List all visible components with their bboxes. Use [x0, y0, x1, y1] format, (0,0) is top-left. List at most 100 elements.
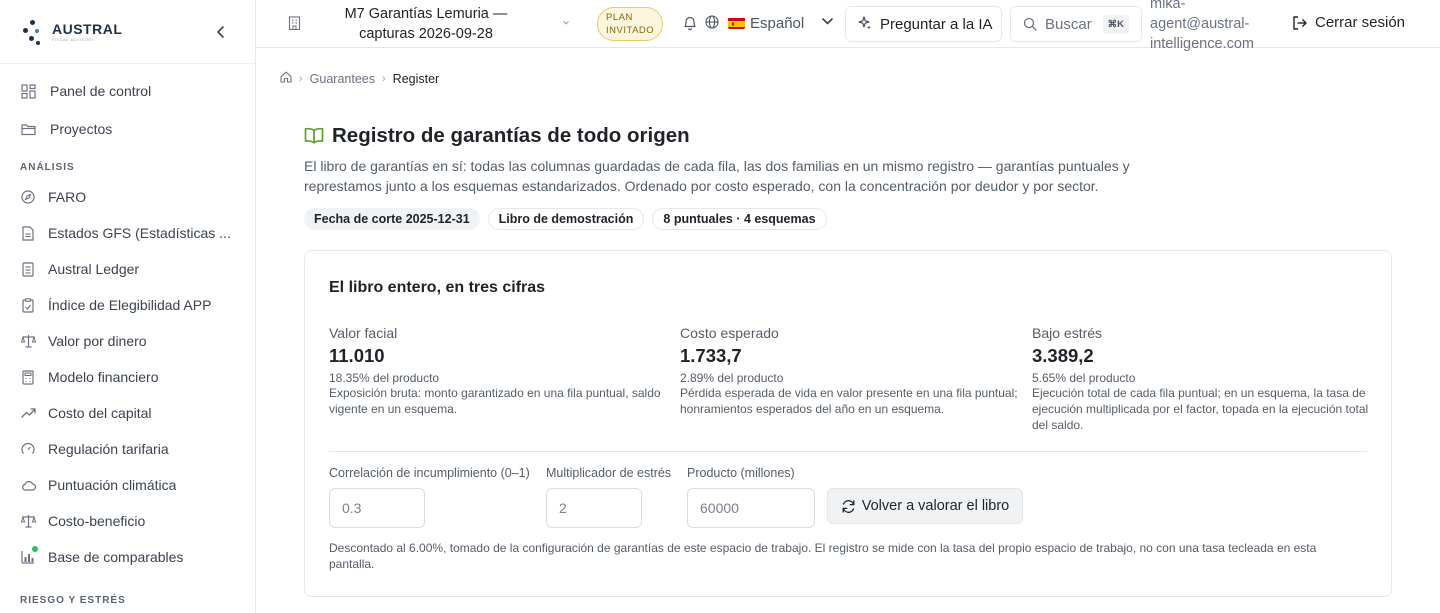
cutoff-date-chip: Fecha de corte 2025-12-31 [304, 208, 480, 230]
metric-face-value: Valor facial 11.010 18.35% del producto … [329, 325, 669, 417]
sidebar-item-label: Austral Ledger [48, 261, 140, 277]
metric-expected-cost: Costo esperado 1.733,7 2.89% del product… [680, 325, 1020, 417]
breadcrumb-separator: › [299, 72, 303, 85]
plan-badge-line2: INVITADO [606, 25, 655, 36]
user-email: mika-agent@austral-intelligence.com [1150, 0, 1254, 52]
sidebar-item-label: Base de comparables [48, 549, 184, 565]
sidebar-item-cost-benefit[interactable]: Costo-beneficio [0, 503, 255, 539]
sidebar-item-value-for-money[interactable]: Valor por dinero [0, 323, 255, 359]
plan-badge: PLAN INVITADO [597, 7, 664, 41]
shortcut-badge: ⌘K [1102, 15, 1129, 34]
card-title: El libro entero, en tres cifras [329, 279, 546, 296]
logo-row: AUSTRAL FISCAL ADVISORY [0, 0, 255, 64]
revalue-book-button[interactable]: Volver a valorar el libro [827, 488, 1023, 524]
sidebar-item-dashboard[interactable]: Panel de control [0, 72, 255, 110]
logout-label: Cerrar sesión [1315, 14, 1406, 31]
sidebar-item-financial-model[interactable]: Modelo financiero [0, 359, 255, 395]
sidebar-item-comparables[interactable]: Base de comparables [0, 539, 255, 575]
gauge-icon [20, 441, 36, 457]
sidebar-item-gfs[interactable]: Estados GFS (Estadísticas ... [0, 215, 255, 251]
correlation-field: Correlación de incumplimiento (0–1) [329, 464, 530, 528]
compass-icon [20, 189, 36, 205]
sidebar-item-projects[interactable]: Proyectos [0, 110, 255, 148]
sidebar-item-tariff-regulation[interactable]: Regulación tarifaria [0, 431, 255, 467]
status-dot [32, 546, 38, 552]
stress-multiplier-field: Multiplicador de estrés [546, 464, 671, 528]
austral-logo-icon [20, 16, 46, 48]
product-field: Producto (millones) [687, 464, 815, 528]
sidebar-item-label: Costo-beneficio [48, 513, 146, 529]
ask-ai-button[interactable]: Preguntar a la IA [845, 6, 1002, 42]
sidebar-item-faro[interactable]: FARO [0, 179, 255, 215]
sparkle-icon [858, 15, 872, 33]
metric-percent: 2.89% del producto [680, 371, 784, 385]
metric-label: Costo esperado [680, 325, 779, 341]
clipboard-icon [20, 297, 36, 313]
search-icon [1023, 17, 1037, 31]
sidebar-item-climate-score[interactable]: Puntuación climática [0, 467, 255, 503]
field-label: Correlación de incumplimiento (0–1) [329, 466, 530, 480]
metric-label: Bajo estrés [1032, 325, 1103, 341]
brand-name: AUSTRAL [52, 20, 123, 37]
collapse-sidebar-button[interactable] [213, 22, 229, 42]
home-icon[interactable] [280, 71, 292, 86]
chip-row: Fecha de corte 2025-12-31 Libro de demos… [304, 208, 1204, 230]
brand-subtitle: FISCAL ADVISORY [52, 36, 95, 42]
metric-description: Ejecución total de cada fila puntual; en… [1032, 386, 1369, 432]
metric-under-stress: Bajo estrés 3.389,2 5.65% del producto E… [1032, 325, 1372, 433]
field-label: Multiplicador de estrés [546, 466, 672, 480]
sidebar-item-app-index[interactable]: Índice de Elegibilidad APP [0, 287, 255, 323]
count-chip: 8 puntuales · 4 esquemas [652, 208, 827, 230]
chevron-left-icon [217, 26, 224, 38]
brand-logo[interactable]: AUSTRAL FISCAL ADVISORY [52, 22, 122, 42]
divider [329, 451, 1367, 452]
section-label-risk: RIESGO Y ESTRÉS [20, 595, 126, 606]
demo-book-chip: Libro de demostración [487, 208, 645, 230]
field-label: Producto (millones) [687, 466, 795, 480]
logout-icon [1293, 15, 1307, 30]
sidebar-item-ledger[interactable]: Austral Ledger [0, 251, 255, 287]
file-icon [20, 225, 36, 241]
sidebar-nav: Panel de control Proyectos ANÁLISIS FARO… [0, 64, 255, 612]
stress-multiplier-input[interactable] [546, 488, 642, 528]
section-label-analysis: ANÁLISIS [20, 162, 75, 173]
scale-icon [20, 513, 36, 529]
sidebar-item-label: Estados GFS (Estadísticas ... [48, 225, 231, 241]
folder-icon [20, 121, 36, 137]
chevron-updown-icon[interactable] [562, 14, 570, 28]
breadcrumb-guarantees[interactable]: Guarantees [310, 72, 375, 86]
trend-icon [20, 405, 36, 421]
product-input[interactable] [687, 488, 815, 528]
topbar: M7 Garantías Lemuria — capturas 2026-09-… [256, 0, 1440, 52]
spain-flag-icon [728, 17, 745, 29]
building-icon [288, 16, 302, 31]
sidebar-item-cost-of-capital[interactable]: Costo del capital [0, 395, 255, 431]
logout-button[interactable]: Cerrar sesión [1292, 14, 1405, 31]
discount-footnote: Descontado al 6.00%, tomado de la config… [329, 541, 1317, 571]
workspace-selector[interactable]: M7 Garantías Lemuria — capturas 2026-09-… [318, 4, 534, 44]
correlation-input[interactable] [329, 488, 425, 528]
metric-description: Pérdida esperada de vida en valor presen… [680, 386, 1018, 416]
metric-value: 3.389,2 [1032, 345, 1094, 366]
metric-value: 11.010 [329, 345, 385, 366]
bell-icon[interactable] [683, 15, 699, 33]
metric-percent: 18.35% del producto [329, 371, 440, 385]
sidebar-item-label: Valor por dinero [48, 333, 147, 349]
globe-icon [705, 15, 721, 31]
search-input[interactable]: Buscar ⌘K [1010, 6, 1142, 42]
book-summary-card: El libro entero, en tres cifras Valor fa… [304, 250, 1392, 597]
sidebar-item-label: Índice de Elegibilidad APP [48, 297, 212, 313]
ask-ai-label: Preguntar a la IA [880, 15, 993, 33]
sidebar-item-label: Regulación tarifaria [48, 441, 169, 457]
dashboard-icon [20, 83, 36, 99]
metric-description: Exposición bruta: monto garantizado en u… [329, 386, 661, 416]
ledger-icon [20, 261, 36, 277]
scale-icon [20, 333, 36, 349]
page-description: El libro de garantías en sí: todas las c… [304, 158, 1130, 194]
language-selector[interactable]: Español [750, 15, 804, 32]
sidebar-item-label: Puntuación climática [48, 477, 177, 493]
chevron-down-icon[interactable] [822, 14, 833, 28]
page-header: Registro de garantías de todo origen El … [304, 124, 1204, 230]
breadcrumb: › Guarantees › Register [280, 71, 439, 86]
calculator-icon [20, 369, 36, 385]
